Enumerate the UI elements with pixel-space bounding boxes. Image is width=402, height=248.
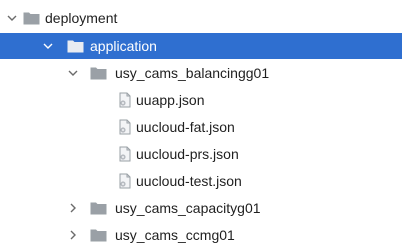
tree-node-file[interactable]: uuapp.json — [0, 87, 402, 113]
folder-icon — [90, 66, 107, 80]
chevron-down-icon[interactable] — [66, 60, 80, 86]
chevron-right-icon[interactable] — [66, 222, 80, 248]
tree-node-label: uucloud-test.json — [136, 173, 242, 189]
tree-node-ccmg[interactable]: usy_cams_ccmg01 — [0, 222, 402, 248]
tree-node-balancing[interactable]: usy_cams_balancingg01 — [0, 60, 402, 86]
json-file-icon — [117, 119, 133, 135]
tree-node-label: application — [90, 38, 157, 54]
folder-icon — [23, 11, 40, 25]
tree-node-label: uucloud-prs.json — [136, 146, 239, 162]
tree-node-file[interactable]: uucloud-test.json — [0, 168, 402, 194]
folder-icon — [67, 39, 84, 53]
tree-node-file[interactable]: uucloud-prs.json — [0, 141, 402, 167]
tree-node-label: usy_cams_ccmg01 — [115, 227, 235, 243]
tree-node-label: uuapp.json — [136, 92, 205, 108]
chevron-down-icon[interactable] — [41, 33, 55, 59]
folder-icon — [90, 201, 107, 215]
tree-node-label: usy_cams_balancingg01 — [115, 65, 270, 81]
tree-node-capacity[interactable]: usy_cams_capacityg01 — [0, 195, 402, 221]
json-file-icon — [117, 92, 133, 108]
tree-node-deployment[interactable]: deployment — [0, 5, 402, 31]
tree-node-file[interactable]: uucloud-fat.json — [0, 114, 402, 140]
json-file-icon — [117, 146, 133, 162]
chevron-down-icon[interactable] — [5, 5, 19, 31]
folder-icon — [90, 228, 107, 242]
chevron-right-icon[interactable] — [66, 195, 80, 221]
json-file-icon — [117, 173, 133, 189]
tree-node-label: deployment — [45, 10, 118, 26]
tree-node-label: uucloud-fat.json — [136, 119, 235, 135]
tree-node-application[interactable]: application — [0, 33, 402, 59]
tree-node-label: usy_cams_capacityg01 — [115, 200, 261, 216]
project-tree: deployment application usy_cams_balancin… — [0, 0, 402, 243]
